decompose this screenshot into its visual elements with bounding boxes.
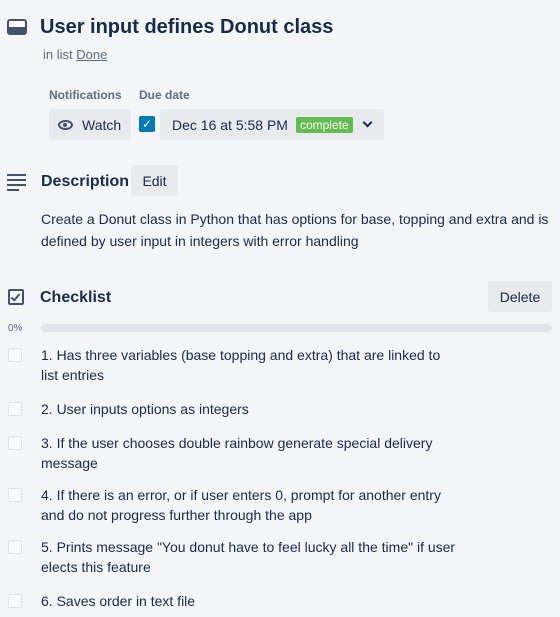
delete-checklist-button[interactable]: Delete	[488, 281, 552, 312]
due-date-button[interactable]: Dec 16 at 5:58 PM complete	[160, 109, 384, 140]
in-list-prefix: in list	[43, 47, 73, 62]
checklist-item-checkbox[interactable]	[8, 594, 22, 608]
checklist-item-checkbox[interactable]	[8, 402, 22, 416]
watch-button[interactable]: Watch	[49, 109, 131, 140]
due-date-value: Dec 16 at 5:58 PM	[172, 116, 288, 133]
chevron-down-icon	[362, 117, 373, 128]
description-icon	[7, 174, 26, 191]
checklist-item-text[interactable]: 1. Has three variables (base topping and…	[41, 345, 461, 385]
checklist-item-text[interactable]: 6. Saves order in text file	[41, 591, 461, 611]
checklist-item-text[interactable]: 4. If there is an error, or if user ente…	[41, 485, 461, 525]
due-complete-checkbox[interactable]: ✓	[139, 116, 155, 132]
checklist-item-checkbox[interactable]	[8, 488, 22, 502]
description-text[interactable]: Create a Donut class in Python that has …	[41, 208, 551, 252]
checklist-item-text[interactable]: 5. Prints message "You donut have to fee…	[41, 537, 461, 577]
edit-description-button[interactable]: Edit	[131, 165, 178, 196]
watch-label: Watch	[82, 116, 122, 133]
due-status-badge: complete	[295, 116, 353, 133]
checklist-item-checkbox[interactable]	[8, 540, 22, 554]
eye-icon	[58, 119, 73, 130]
list-link[interactable]: Done	[76, 47, 107, 62]
checklist-item-checkbox[interactable]	[8, 436, 22, 450]
checklist-progress-label: 0%	[8, 323, 23, 334]
checklist-heading: Checklist	[40, 289, 112, 306]
checklist-icon	[8, 289, 24, 305]
card-title[interactable]: User input defines Donut class	[40, 16, 333, 39]
description-heading: Description	[41, 173, 130, 190]
list-info: in list Done	[43, 47, 107, 62]
card-icon	[7, 19, 27, 35]
checklist-item-checkbox[interactable]	[8, 348, 22, 362]
checklist-item-text[interactable]: 2. User inputs options as integers	[41, 399, 461, 419]
notifications-label: Notifications	[49, 88, 122, 102]
checklist-item-text[interactable]: 3. If the user chooses double rainbow ge…	[41, 433, 461, 473]
due-date-label: Due date	[139, 88, 190, 102]
checklist-progress-bar	[41, 324, 552, 332]
